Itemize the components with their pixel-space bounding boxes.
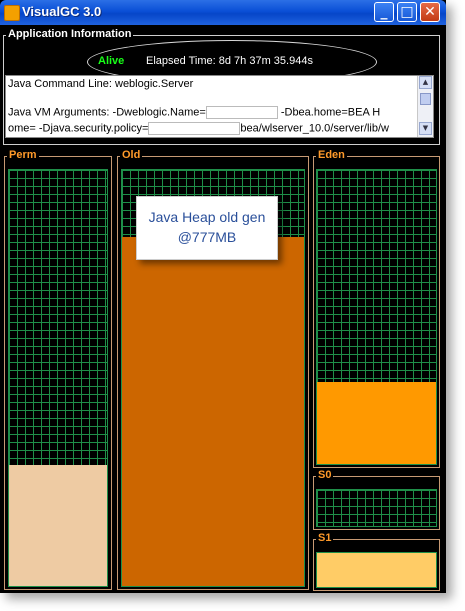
minimize-button[interactable]: _ xyxy=(374,2,394,22)
perm-graph xyxy=(8,169,108,587)
vm-arguments-text: ome= -Djava.security.policy= xyxy=(8,122,149,135)
annotation-line-1: Java Heap old gen xyxy=(148,209,266,225)
scroll-up-icon[interactable]: ▲ xyxy=(419,76,432,89)
perm-label: Perm xyxy=(7,149,39,161)
eden-graph xyxy=(316,169,437,465)
status-alive: Alive xyxy=(98,55,125,67)
s0-label: S0 xyxy=(316,469,334,481)
maximize-button[interactable]: □ xyxy=(397,2,417,22)
annotation-line-2: @777MB xyxy=(177,229,237,245)
java-command-line: Java Command Line: weblogic.Server xyxy=(8,78,194,90)
vm-arguments-line-2: ome= -Djava.security.policy= bea/wlserver… xyxy=(8,122,389,135)
old-label: Old xyxy=(120,149,143,161)
application-information-title: Application Information xyxy=(6,28,134,40)
perm-panel: Perm xyxy=(4,149,112,590)
s0-graph xyxy=(316,489,437,527)
eden-panel: Eden xyxy=(313,149,440,468)
s1-graph xyxy=(316,552,437,588)
command-line-textarea[interactable]: Java Command Line: weblogic.Server Java … xyxy=(5,75,434,138)
perm-used-fill xyxy=(9,465,107,586)
visualgc-window: VisualGC 3.0 _ □ ✕ Application Informati… xyxy=(0,0,446,593)
eden-label: Eden xyxy=(316,149,347,161)
redacted-block xyxy=(148,122,241,135)
window-title: VisualGC 3.0 xyxy=(22,4,102,19)
vm-arguments-text: -Dbea.home=BEA H xyxy=(277,106,381,119)
s1-used-fill xyxy=(317,553,436,587)
scroll-thumb[interactable] xyxy=(420,93,431,105)
title-bar[interactable]: VisualGC 3.0 _ □ ✕ xyxy=(0,0,446,25)
old-gen-annotation-callout: Java Heap old gen @777MB xyxy=(136,196,278,260)
vm-arguments-line-1: Java VM Arguments: -Dweblogic.Name= -Dbe… xyxy=(8,106,380,119)
vm-arguments-text: bea/wlserver_10.0/server/lib/w xyxy=(240,122,389,135)
vertical-scrollbar[interactable]: ▲ ▼ xyxy=(417,76,433,137)
close-button[interactable]: ✕ xyxy=(420,2,440,22)
s1-panel: S1 xyxy=(313,532,440,591)
s1-label: S1 xyxy=(316,532,334,544)
eden-used-fill xyxy=(317,381,436,464)
redacted-block xyxy=(205,106,278,119)
elapsed-time: Elapsed Time: 8d 7h 37m 35.944s xyxy=(146,55,313,67)
s0-panel: S0 xyxy=(313,469,440,530)
java-app-icon[interactable] xyxy=(4,5,20,21)
scroll-down-icon[interactable]: ▼ xyxy=(419,122,432,135)
vm-arguments-text: Java VM Arguments: -Dweblogic.Name= xyxy=(8,106,206,119)
old-used-fill xyxy=(122,236,304,586)
